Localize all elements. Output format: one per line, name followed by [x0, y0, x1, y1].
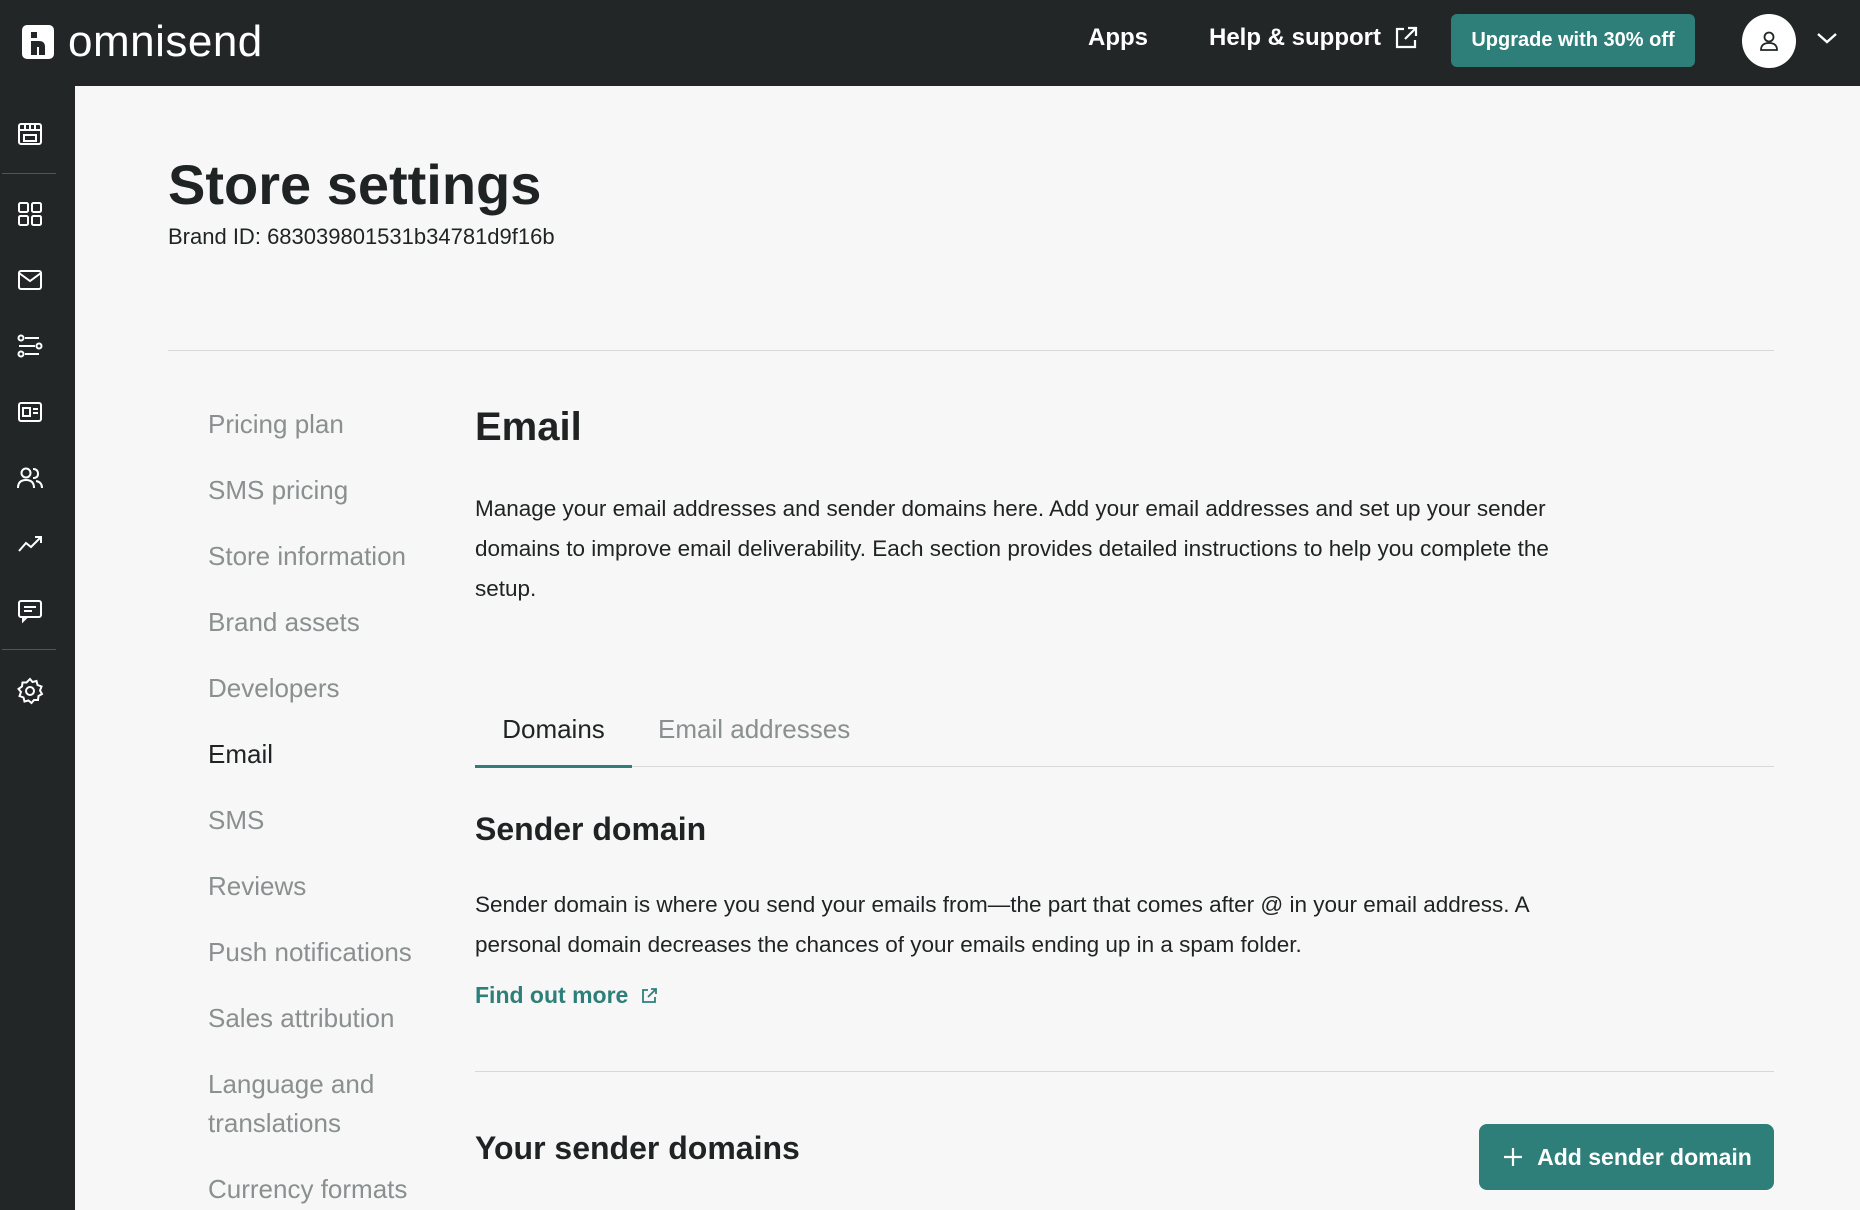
header-divider: [168, 350, 1774, 351]
mail-icon[interactable]: [16, 266, 44, 294]
store-icon[interactable]: [16, 120, 44, 148]
add-sender-domain-button[interactable]: Add sender domain: [1479, 1124, 1774, 1190]
sender-domain-title: Sender domain: [475, 811, 707, 847]
settings-icon[interactable]: [16, 677, 44, 705]
reports-icon[interactable]: [16, 530, 44, 558]
sender-domain-description: Sender domain is where you send your ema…: [475, 892, 1529, 957]
sidebar-divider: [2, 173, 56, 174]
settings-nav-sales-attribution[interactable]: Sales attribution: [208, 999, 394, 1038]
help-support-label: Help & support: [1209, 24, 1381, 51]
sidebar-divider: [2, 649, 56, 650]
settings-nav-language-line1[interactable]: Language and: [208, 1065, 374, 1104]
user-icon: [1760, 31, 1778, 51]
settings-nav-store-information[interactable]: Store information: [208, 537, 406, 576]
automation-icon[interactable]: [16, 332, 44, 360]
omnisend-logo-icon: [22, 25, 54, 59]
dashboard-icon[interactable]: [16, 200, 44, 228]
page-title: Store settings: [168, 153, 542, 216]
avatar[interactable]: [1742, 14, 1796, 68]
chevron-down-icon[interactable]: [1815, 30, 1839, 46]
external-link-icon: [642, 987, 658, 1003]
settings-nav-sms-pricing[interactable]: SMS pricing: [208, 471, 348, 510]
settings-nav-reviews[interactable]: Reviews: [208, 867, 306, 906]
brand-id: Brand ID: 683039801531b34781d9f16b: [168, 224, 555, 250]
settings-nav-developers[interactable]: Developers: [208, 669, 340, 708]
logo[interactable]: omnisend: [22, 17, 263, 66]
top-bar: omnisend Apps Help & support Upgrade wit…: [0, 0, 1860, 86]
tab-email-addresses[interactable]: Email addresses: [658, 714, 850, 745]
add-sender-domain-label: Add sender domain: [1537, 1143, 1752, 1170]
section-divider: [475, 1071, 1774, 1072]
apps-link[interactable]: Apps: [1088, 24, 1148, 52]
audience-icon[interactable]: [16, 464, 44, 492]
settings-nav-pricing-plan[interactable]: Pricing plan: [208, 405, 344, 444]
settings-nav-currency-formats[interactable]: Currency formats: [208, 1170, 407, 1209]
brand-id-label: Brand ID:: [168, 224, 261, 249]
tabs-divider: [475, 766, 1774, 767]
find-out-more-link[interactable]: Find out more: [475, 982, 658, 1009]
find-out-more-label: Find out more: [475, 982, 629, 1008]
settings-nav-push-notifications[interactable]: Push notifications: [208, 933, 412, 972]
sms-icon[interactable]: [16, 596, 44, 624]
email-section-title: Email: [475, 405, 582, 449]
sidebar: [0, 86, 75, 1210]
forms-icon[interactable]: [16, 398, 44, 426]
help-support-link[interactable]: Help & support: [1209, 24, 1419, 52]
plus-icon: [1504, 1148, 1523, 1166]
your-sender-domains-title: Your sender domains: [475, 1130, 800, 1166]
logo-text: omnisend: [68, 17, 263, 66]
email-intro-text: Manage your email addresses and sender d…: [475, 496, 1549, 601]
settings-nav-language-line2[interactable]: translations: [208, 1104, 341, 1143]
tab-domains[interactable]: Domains: [475, 714, 632, 745]
brand-id-value: 683039801531b34781d9f16b: [267, 224, 555, 249]
settings-nav-sms[interactable]: SMS: [208, 801, 264, 840]
settings-nav-email[interactable]: Email: [208, 735, 273, 774]
active-tab-indicator: [475, 765, 632, 768]
external-link-icon: [1395, 26, 1418, 49]
upgrade-button[interactable]: Upgrade with 30% off: [1451, 14, 1695, 67]
settings-nav-brand-assets[interactable]: Brand assets: [208, 603, 360, 642]
